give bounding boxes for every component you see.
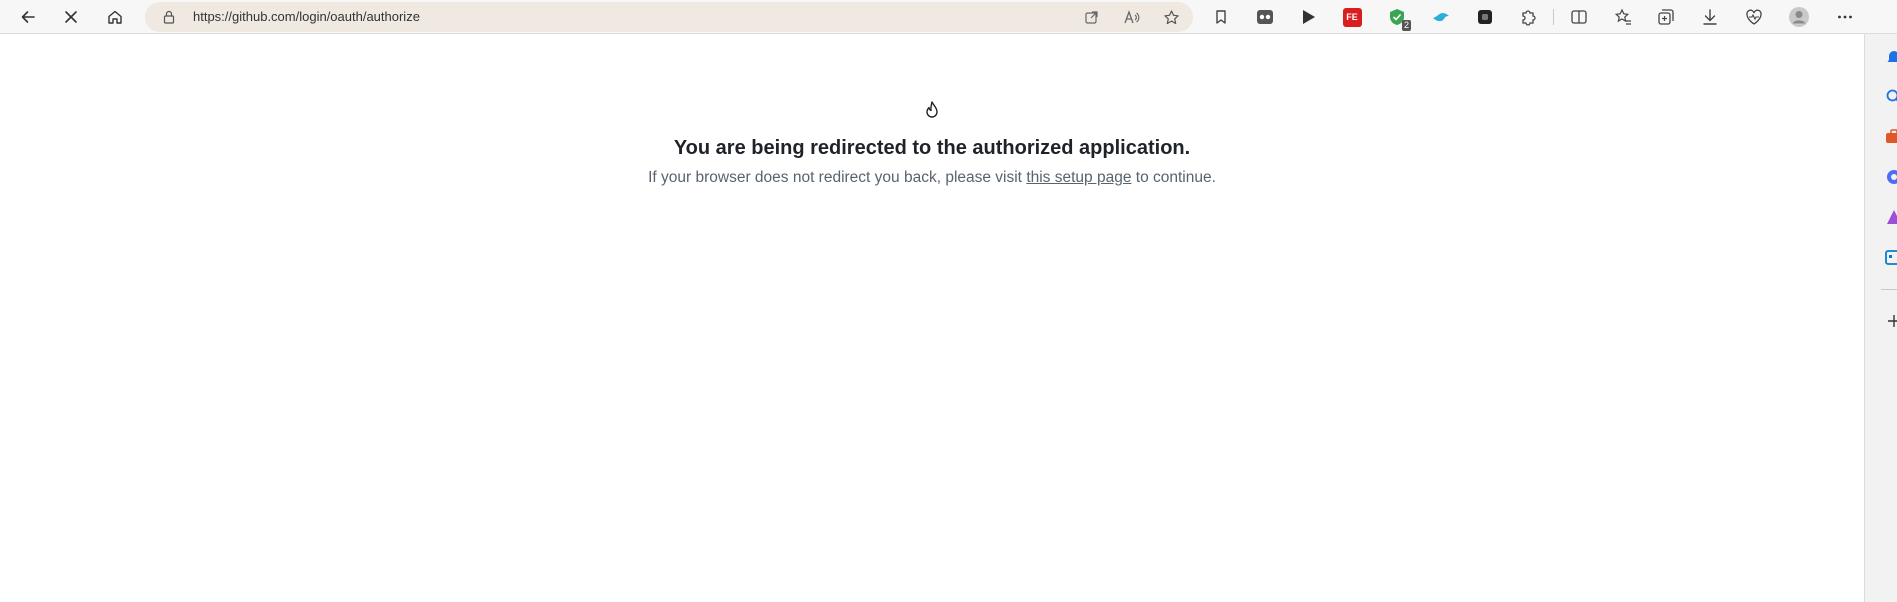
open-in-app-button[interactable]: [1081, 7, 1101, 27]
split-screen-icon: [1571, 10, 1587, 24]
fe-extension-icon: FE: [1342, 7, 1362, 27]
sidebar-games[interactable]: [1885, 208, 1897, 226]
collections-button[interactable]: [1655, 6, 1677, 28]
browser-essentials-icon: [1746, 9, 1762, 25]
open-in-app-icon: [1084, 10, 1098, 24]
bird-icon: [1433, 13, 1449, 22]
profile-avatar-icon: [1789, 7, 1809, 27]
page-content: You are being redirected to the authoriz…: [0, 35, 1864, 602]
star-icon: [1163, 9, 1179, 24]
sidebar-office[interactable]: [1885, 168, 1897, 186]
arrow-left-icon: [21, 11, 35, 23]
stop-loading-button[interactable]: [57, 3, 85, 31]
lock-icon: [163, 10, 175, 24]
extension-fe[interactable]: FE: [1341, 6, 1363, 28]
page-title: You are being redirected to the authoriz…: [673, 137, 1191, 159]
setup-page-link[interactable]: this setup page: [1026, 169, 1131, 186]
calendar-icon: [1885, 250, 1897, 265]
more-icon: [1838, 15, 1852, 19]
redirect-text-after: to continue.: [1131, 169, 1216, 186]
url-text[interactable]: https://github.com/login/oauth/authorize: [193, 9, 420, 24]
games-icon: [1887, 210, 1897, 224]
toolbar-divider: [1553, 9, 1554, 25]
puzzle-icon: [1522, 10, 1536, 26]
extension-badge: 2: [1401, 20, 1411, 31]
extensions-button[interactable]: [1518, 6, 1540, 28]
flame-logo-icon: [926, 101, 938, 118]
sidebar-outlook[interactable]: [1885, 248, 1897, 266]
plus-icon: [1888, 315, 1897, 327]
bookmark-button[interactable]: [1207, 3, 1235, 31]
redirect-text-before: If your browser does not redirect you ba…: [648, 169, 1027, 186]
sidebar-add-button[interactable]: [1885, 312, 1897, 330]
glasses-extension-icon: [1257, 10, 1273, 24]
favorites-icon: [1614, 8, 1631, 25]
back-button[interactable]: [14, 3, 42, 31]
favorites-button[interactable]: [1612, 6, 1634, 28]
extension-play[interactable]: [1297, 6, 1319, 28]
bookmark-icon: [1216, 10, 1226, 24]
collections-icon: [1658, 9, 1674, 25]
read-aloud-button[interactable]: [1121, 7, 1141, 27]
home-icon: [108, 10, 122, 24]
sidebar-notifications[interactable]: [1885, 48, 1897, 66]
read-aloud-icon: [1123, 9, 1139, 23]
sidebar-divider: [1881, 289, 1897, 290]
close-icon: [65, 11, 77, 23]
split-screen-button[interactable]: [1568, 6, 1590, 28]
download-icon: [1703, 9, 1717, 25]
browser-toolbar: https://github.com/login/oauth/authorize…: [0, 0, 1897, 34]
extension-dark[interactable]: [1474, 6, 1496, 28]
extension-bird[interactable]: [1430, 6, 1452, 28]
settings-more-button[interactable]: [1834, 6, 1856, 28]
sidebar-search[interactable]: [1885, 88, 1897, 106]
browser-sidebar: [1864, 34, 1897, 602]
dark-square-extension-icon: [1478, 10, 1492, 24]
browser-essentials-button[interactable]: [1743, 6, 1765, 28]
home-button[interactable]: [101, 3, 129, 31]
extension-glasses[interactable]: [1254, 6, 1276, 28]
search-icon: [1886, 89, 1897, 102]
bell-icon: [1887, 51, 1897, 62]
downloads-button[interactable]: [1699, 6, 1721, 28]
play-icon: [1303, 10, 1315, 24]
sidebar-tools[interactable]: [1885, 128, 1897, 146]
profile-button[interactable]: [1788, 6, 1810, 28]
office-icon: [1887, 170, 1897, 184]
toolbox-icon: [1886, 129, 1897, 143]
address-bar[interactable]: https://github.com/login/oauth/authorize: [145, 2, 1193, 32]
redirect-message: If your browser does not redirect you ba…: [0, 169, 1864, 187]
extension-shield[interactable]: 2: [1386, 6, 1411, 31]
add-favorite-button[interactable]: [1161, 7, 1181, 27]
